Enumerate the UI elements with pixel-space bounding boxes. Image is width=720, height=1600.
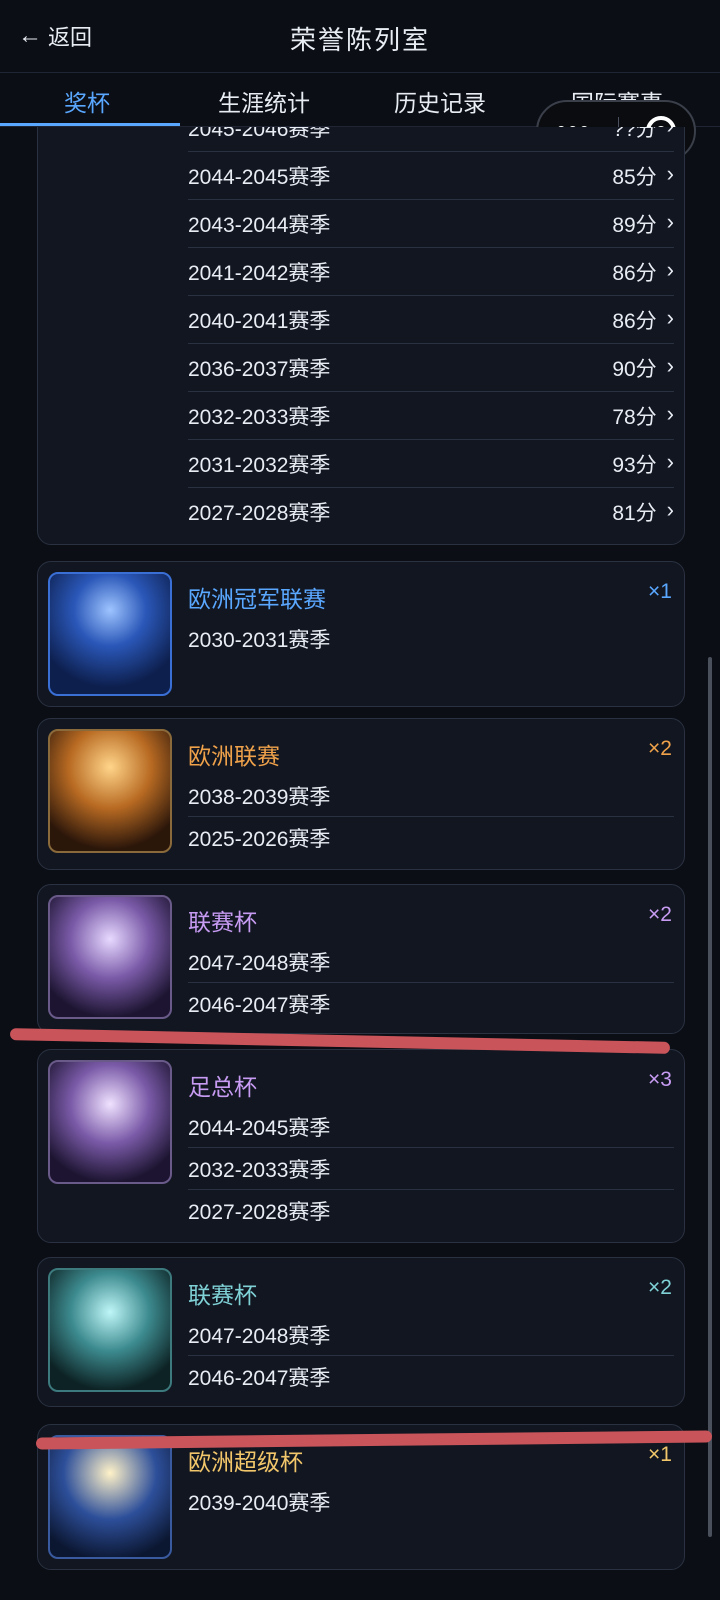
scrollbar[interactable] — [708, 657, 712, 1537]
season-row[interactable]: 2041-2042赛季 86分 › — [188, 248, 674, 296]
chevron-right-icon: › — [667, 127, 674, 143]
season-label: 2044-2045赛季 — [188, 165, 331, 189]
trophy-card[interactable]: 欧洲联赛 ×2 2038-2039赛季 2025-2026赛季 — [37, 718, 685, 870]
points-value: 81分 — [612, 502, 657, 525]
season-row[interactable]: 2036-2037赛季 90分 › — [188, 344, 674, 392]
season-label: 2046-2047赛季 — [188, 994, 331, 1017]
trophy-count: ×3 — [648, 1068, 672, 1091]
season-label: 2032-2033赛季 — [188, 405, 331, 429]
trophy-card[interactable]: 联赛杯 ×2 2047-2048赛季 2046-2047赛季 — [37, 1257, 685, 1407]
app-header: ← 返回 荣誉陈列室 — [0, 0, 720, 73]
season-label: 2043-2044赛季 — [188, 213, 331, 237]
season-label: 2041-2042赛季 — [188, 261, 331, 285]
season-label: 2030-2031赛季 — [188, 629, 331, 652]
season-label: 2027-2028赛季 — [188, 502, 331, 525]
season-label: 2039-2040赛季 — [188, 1492, 331, 1515]
season-label: 2032-2033赛季 — [188, 1148, 674, 1190]
season-label: 2045-2046赛季 — [188, 127, 331, 141]
trophy-count: ×1 — [648, 580, 672, 603]
trophy-name: 欧洲冠军联赛 — [188, 586, 326, 612]
chevron-right-icon: › — [666, 400, 674, 426]
trophy-name: 联赛杯 — [188, 1282, 257, 1308]
points-value: 90分 — [612, 357, 657, 381]
season-row[interactable]: 2040-2041赛季 86分 › — [188, 296, 674, 344]
tab-history[interactable]: 历史记录 — [394, 84, 486, 118]
trophy-count: ×1 — [648, 1443, 672, 1466]
season-row[interactable]: 2031-2032赛季 93分 › — [188, 440, 674, 488]
points-value: 78分 — [612, 405, 657, 429]
trophy-count: ×2 — [648, 903, 672, 926]
chevron-right-icon: › — [666, 352, 674, 378]
trophy-name: 欧洲联赛 — [188, 743, 280, 769]
season-label: 2038-2039赛季 — [188, 775, 674, 817]
points-value: 85分 — [612, 165, 657, 189]
season-label: 2047-2048赛季 — [188, 941, 674, 983]
trophy-count: ×2 — [648, 737, 672, 760]
trophy-count: ×2 — [648, 1276, 672, 1299]
chevron-right-icon: › — [666, 208, 674, 234]
trophy-image — [48, 729, 172, 853]
page-title: 荣誉陈列室 — [289, 25, 430, 55]
tab-career-stats[interactable]: 生涯统计 — [218, 84, 310, 118]
season-label: 2040-2041赛季 — [188, 309, 331, 333]
tab-trophies[interactable]: 奖杯 — [64, 84, 110, 118]
trophy-image — [48, 1268, 172, 1392]
points-value: 86分 — [612, 261, 657, 285]
points-value: 89分 — [612, 213, 657, 237]
trophy-image — [48, 572, 172, 696]
season-label: 2036-2037赛季 — [188, 357, 331, 381]
points-value: 93分 — [612, 453, 657, 477]
chevron-right-icon: › — [666, 304, 674, 330]
trophy-image — [48, 1435, 172, 1559]
season-row[interactable]: 2044-2045赛季 85分 › — [188, 152, 674, 200]
season-label: 2031-2032赛季 — [188, 453, 331, 477]
chevron-right-icon: › — [666, 256, 674, 282]
season-label: 2046-2047赛季 — [188, 1367, 331, 1390]
season-label: 2047-2048赛季 — [188, 1314, 674, 1356]
points-value: 86分 — [612, 309, 657, 333]
season-row[interactable]: 2043-2044赛季 89分 › — [188, 200, 674, 248]
season-label: 2044-2045赛季 — [188, 1106, 674, 1148]
trophy-card[interactable]: 欧洲冠军联赛 ×1 2030-2031赛季 — [37, 561, 685, 707]
trophy-name: 欧洲超级杯 — [188, 1449, 303, 1475]
season-row[interactable]: 2045-2046赛季 ??分 › — [188, 127, 674, 152]
trophy-name: 联赛杯 — [188, 909, 257, 935]
season-label: 2025-2026赛季 — [188, 828, 331, 851]
trophy-card[interactable]: 联赛杯 ×2 2047-2048赛季 2046-2047赛季 — [37, 884, 685, 1034]
chevron-right-icon: › — [666, 448, 674, 474]
active-tab-indicator — [0, 123, 180, 126]
trophy-image — [48, 1060, 172, 1184]
season-row[interactable]: 2027-2028赛季 81分 › — [188, 488, 674, 536]
trophy-card[interactable]: 足总杯 ×3 2044-2045赛季 2032-2033赛季 2027-2028… — [37, 1049, 685, 1243]
trophy-name: 足总杯 — [188, 1074, 257, 1100]
league-title-card: 2045-2046赛季 ??分 › 2044-2045赛季 85分 › 2043-2… — [37, 127, 685, 545]
points-value: ??分 — [612, 127, 657, 141]
chevron-right-icon: › — [666, 160, 674, 186]
season-row[interactable]: 2032-2033赛季 78分 › — [188, 392, 674, 440]
season-label: 2027-2028赛季 — [188, 1201, 331, 1224]
trophy-image — [48, 895, 172, 1019]
trophy-list[interactable]: 2045-2046赛季 ??分 › 2044-2045赛季 85分 › 2043-2… — [0, 127, 720, 1600]
chevron-right-icon: › — [666, 497, 674, 522]
